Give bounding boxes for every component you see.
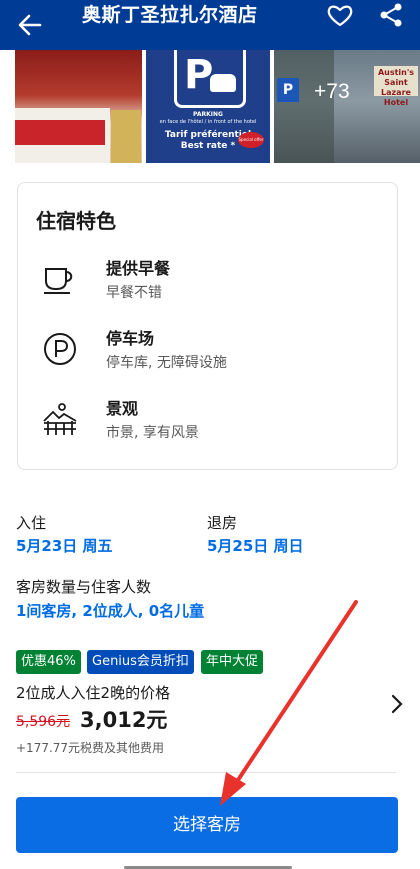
feature-view: 景观 市景, 享有风景 — [18, 395, 398, 455]
chevron-right-icon[interactable] — [390, 694, 404, 714]
select-room-button[interactable]: 选择客房 — [16, 797, 398, 853]
heart-icon[interactable] — [326, 2, 354, 28]
parking-sign-letter: P — [184, 52, 214, 98]
more-photos-count: +73 — [314, 80, 350, 103]
landscape-view-icon — [43, 403, 77, 435]
room-bedspread-graphic — [15, 120, 105, 145]
feature-name: 提供早餐 — [106, 259, 171, 278]
tax-note: +177.77元税费及其他费用 — [16, 741, 165, 755]
special-offer-ribbon: Special offer — [238, 132, 264, 148]
feature-name: 停车场 — [106, 329, 155, 348]
current-price: 3,012元 — [80, 708, 168, 732]
feature-name: 景观 — [106, 399, 139, 418]
feature-desc: 停车库, 无障碍设施 — [106, 355, 227, 371]
price-description: 2位成人入住2晚的价格 — [16, 684, 171, 702]
checkout-date[interactable]: 5月25日 周日 — [207, 535, 304, 556]
tree-graphic — [274, 50, 334, 163]
feature-desc: 市景, 享有风景 — [106, 425, 199, 441]
parking-icon — [44, 333, 76, 365]
feature-breakfast: 提供早餐 早餐不错 — [18, 255, 398, 315]
hotel-facade-sign: Austin's Saint Lazare Hotel — [374, 66, 418, 107]
checkin-label: 入住 — [16, 514, 47, 532]
back-arrow-icon[interactable] — [16, 11, 44, 39]
original-price: 5,596元 — [16, 714, 71, 730]
checkin-date[interactable]: 5月23日 周五 — [16, 535, 113, 556]
divider — [16, 772, 396, 773]
coffee-cup-icon — [44, 268, 73, 294]
midyear-sale-badge: 年中大促 — [201, 650, 264, 674]
highlights-heading: 住宿特色 — [36, 209, 116, 233]
feature-parking: 停车场 停车库, 无障碍设施 — [18, 325, 398, 385]
car-icon — [210, 74, 236, 92]
parking-photo[interactable]: P PARKING en face de l'hôtel / in front … — [146, 50, 270, 163]
parking-sign-line1: PARKING — [193, 111, 223, 118]
street-parking-sign: P — [277, 78, 299, 102]
header-bar: 奥斯丁圣拉扎尔酒店 — [0, 0, 420, 50]
room-lamp-graphic — [111, 110, 141, 163]
checkout-label: 退房 — [207, 514, 238, 532]
hotel-title: 奥斯丁圣拉扎尔酒店 — [82, 4, 258, 26]
rooms-guests-value[interactable]: 1间客房, 2位成人, 0名儿童 — [16, 600, 204, 621]
property-highlights-card: 住宿特色 提供早餐 早餐不错 停车场 停车库, 无障碍设施 景观 市景, 享有风… — [17, 182, 398, 470]
street-photo[interactable]: P Austin's Saint Lazare Hotel +73 — [274, 50, 420, 163]
genius-badge: Genius会员折扣 — [87, 650, 194, 674]
rooms-guests-label: 客房数量与住客人数 — [16, 578, 152, 596]
share-icon[interactable] — [378, 2, 404, 28]
room-photo[interactable] — [15, 50, 142, 163]
feature-desc: 早餐不错 — [106, 285, 162, 301]
discount-badge: 优惠46% — [16, 650, 81, 674]
photo-gallery: P PARKING en face de l'hôtel / in front … — [0, 50, 420, 163]
parking-sign-line2: en face de l'hôtel / in front of the hot… — [159, 119, 257, 125]
